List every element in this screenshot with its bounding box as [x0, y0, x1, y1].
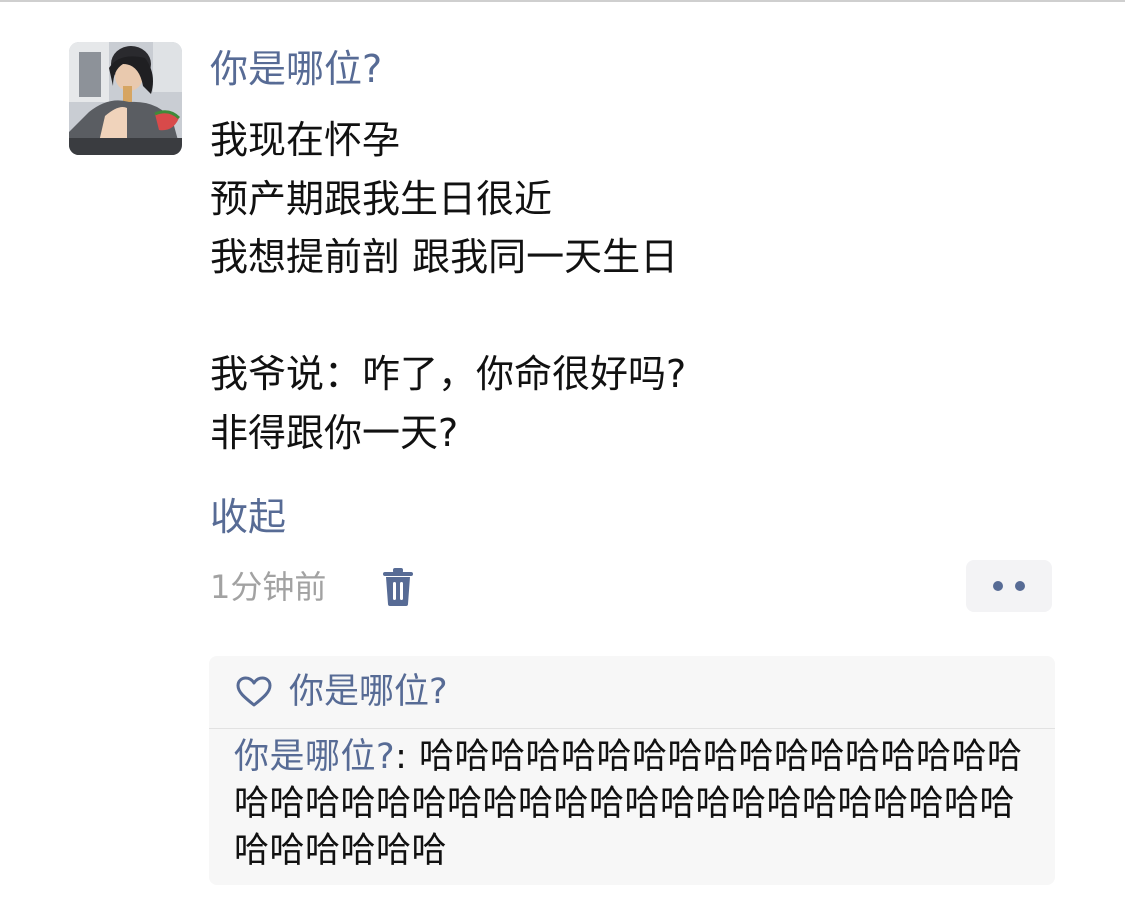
more-options-button[interactable]	[966, 560, 1052, 612]
post-content: 我现在怀孕 预产期跟我生日很近 我想提前剖 跟我同一天生日 我爷说：咋了，你命很…	[210, 111, 1070, 462]
avatar-photo	[69, 42, 182, 155]
post-line: 我爷说：咋了，你命很好吗?	[210, 352, 687, 396]
post-line: 我想提前剖 跟我同一天生日	[210, 235, 679, 279]
top-divider	[0, 0, 1125, 2]
post-line: 预产期跟我生日很近	[210, 176, 553, 221]
comment[interactable]: 你是哪位?: 哈哈哈哈哈哈哈哈哈哈哈哈哈哈哈哈哈哈哈哈哈哈哈哈哈哈哈哈哈哈哈哈哈…	[234, 734, 1046, 875]
post-line: 我现在怀孕	[210, 118, 401, 162]
collapse-link[interactable]: 收起	[210, 491, 286, 543]
post-line-blank	[210, 287, 1070, 346]
more-dots-icon	[993, 581, 1003, 591]
likes-row: 你是哪位?	[209, 656, 1055, 728]
avatar[interactable]	[69, 42, 182, 155]
like-user-name[interactable]: 你是哪位?	[289, 668, 448, 716]
panel-divider	[209, 728, 1055, 729]
post-timestamp: 1分钟前	[210, 568, 327, 606]
more-dots-icon	[1015, 581, 1025, 591]
trash-icon[interactable]	[381, 568, 415, 606]
post-author-name[interactable]: 你是哪位?	[210, 44, 382, 94]
heart-outline-icon	[236, 676, 272, 707]
post-line: 非得跟你一天?	[210, 410, 459, 455]
comment-separator: :	[395, 737, 419, 777]
comment-author[interactable]: 你是哪位?	[234, 737, 395, 777]
